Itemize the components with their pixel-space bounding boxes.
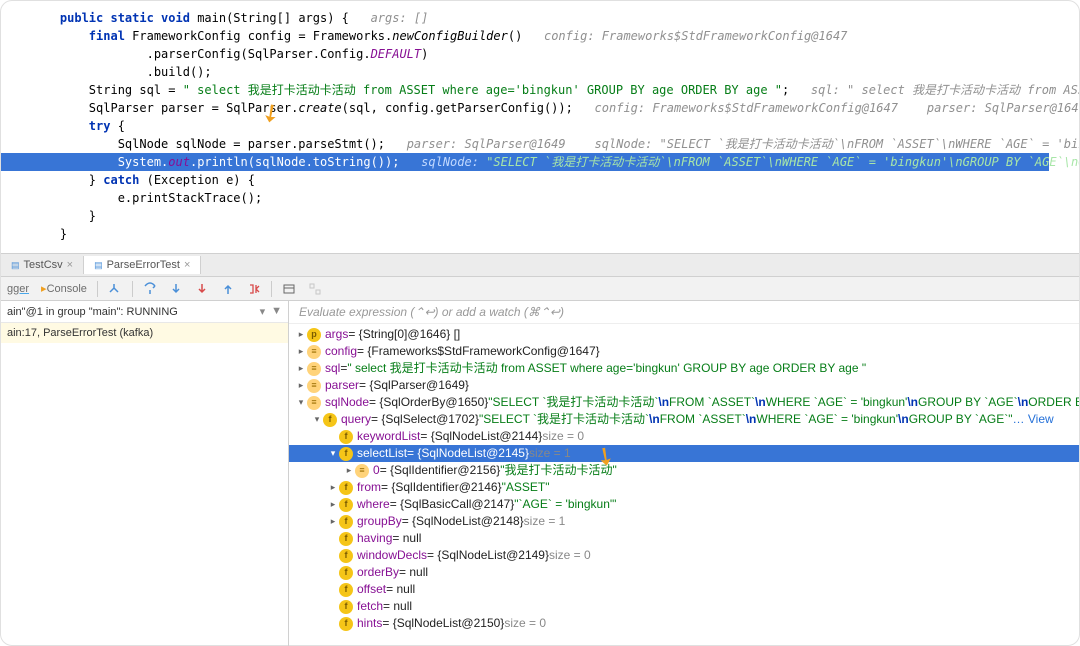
field-badge-icon: f bbox=[339, 532, 353, 546]
field-badge-icon: f bbox=[339, 549, 353, 563]
variable-node[interactable]: ▾fselectList = {SqlNodeList@2145} size =… bbox=[289, 445, 1079, 462]
field-badge-icon: p bbox=[307, 328, 321, 342]
separator bbox=[97, 281, 98, 297]
close-icon[interactable]: × bbox=[184, 259, 190, 271]
variable-node[interactable]: ▸fwhere = {SqlBasicCall@2147} "`AGE` = '… bbox=[289, 496, 1079, 513]
code-line[interactable]: try { bbox=[31, 117, 1079, 135]
run-to-cursor-icon[interactable] bbox=[245, 282, 263, 296]
evaluate-input[interactable]: Evaluate expression (⌃↩) or add a watch … bbox=[289, 301, 1079, 324]
field-badge-icon: f bbox=[339, 447, 353, 461]
variable-node[interactable]: fhaving = null bbox=[289, 530, 1079, 547]
field-badge-icon: f bbox=[339, 566, 353, 580]
variable-node[interactable]: ▸≡config = {Frameworks$StdFrameworkConfi… bbox=[289, 343, 1079, 360]
field-badge-icon: f bbox=[339, 515, 353, 529]
expand-icon[interactable]: ▸ bbox=[343, 462, 355, 479]
field-badge-icon: f bbox=[339, 498, 353, 512]
variable-node[interactable]: ▾≡sqlNode = {SqlOrderBy@1650} "SELECT `我… bbox=[289, 394, 1079, 411]
code-line[interactable]: String sql = " select 我是打卡活动卡活动 from ASS… bbox=[31, 81, 1079, 99]
code-line[interactable]: final FrameworkConfig config = Framework… bbox=[31, 27, 1079, 45]
field-badge-icon: ≡ bbox=[307, 396, 321, 410]
trace-icon[interactable] bbox=[306, 282, 324, 296]
field-badge-icon: f bbox=[339, 600, 353, 614]
code-line[interactable]: .build(); bbox=[31, 63, 1079, 81]
code-line[interactable]: } catch (Exception e) { bbox=[31, 171, 1079, 189]
variable-node[interactable]: ▾fquery = {SqlSelect@1702} "SELECT `我是打卡… bbox=[289, 411, 1079, 428]
code-line[interactable]: public static void main(String[] args) {… bbox=[31, 9, 1079, 27]
variable-node[interactable]: foffset = null bbox=[289, 581, 1079, 598]
debugger-tab[interactable]: gger bbox=[5, 283, 31, 295]
variable-node[interactable]: fhints = {SqlNodeList@2150} size = 0 bbox=[289, 615, 1079, 632]
field-badge-icon: ≡ bbox=[307, 379, 321, 393]
expand-icon[interactable]: ▾ bbox=[311, 411, 323, 428]
code-editor[interactable]: public static void main(String[] args) {… bbox=[1, 1, 1079, 253]
expand-icon[interactable]: ▸ bbox=[295, 360, 307, 377]
variables-panel[interactable]: Evaluate expression (⌃↩) or add a watch … bbox=[289, 301, 1079, 646]
code-line[interactable]: } bbox=[31, 225, 1079, 243]
field-badge-icon: f bbox=[339, 481, 353, 495]
variable-node[interactable]: ▸pargs = {String[0]@1646} [] bbox=[289, 326, 1079, 343]
variable-node[interactable]: ▸fgroupBy = {SqlNodeList@2148} size = 1 bbox=[289, 513, 1079, 530]
debug-tabs-bar: ▤TestCsv ×▤ParseErrorTest × bbox=[1, 253, 1079, 277]
code-line[interactable]: .parserConfig(SqlParser.Config.DEFAULT) bbox=[31, 45, 1079, 63]
expand-icon[interactable]: ▸ bbox=[295, 377, 307, 394]
separator bbox=[132, 281, 133, 297]
code-line[interactable]: SqlParser parser = SqlParser.create(sql,… bbox=[31, 99, 1079, 117]
field-badge-icon: f bbox=[339, 617, 353, 631]
filter-icon[interactable]: ▾ bbox=[260, 305, 266, 318]
field-badge-icon: ≡ bbox=[307, 345, 321, 359]
expand-icon[interactable]: ▸ bbox=[327, 479, 339, 496]
debug-lower: ain"@1 in group "main": RUNNING ▾ ▼ ain:… bbox=[1, 301, 1079, 646]
code-line[interactable]: SqlNode sqlNode = parser.parseStmt(); pa… bbox=[31, 135, 1079, 153]
variable-node[interactable]: forderBy = null bbox=[289, 564, 1079, 581]
expand-icon[interactable]: ▸ bbox=[327, 513, 339, 530]
step-into-icon[interactable] bbox=[141, 282, 159, 296]
expand-icon[interactable]: ▸ bbox=[295, 326, 307, 343]
code-line[interactable]: System.out.println(sqlNode.toString()); … bbox=[1, 153, 1049, 171]
code-line[interactable]: e.printStackTrace(); bbox=[31, 189, 1079, 207]
expand-icon[interactable]: ▸ bbox=[327, 496, 339, 513]
code-line[interactable]: } bbox=[31, 207, 1079, 225]
field-badge-icon: f bbox=[339, 583, 353, 597]
thread-status[interactable]: ain"@1 in group "main": RUNNING ▾ ▼ bbox=[1, 301, 288, 323]
variable-node[interactable]: ▸ffrom = {SqlIdentifier@2146} "ASSET" bbox=[289, 479, 1079, 496]
field-badge-icon: ≡ bbox=[355, 464, 369, 478]
expand-icon[interactable]: ▾ bbox=[295, 394, 307, 411]
filter-funnel-icon[interactable]: ▼ bbox=[271, 305, 282, 318]
variable-node[interactable]: fwindowDecls = {SqlNodeList@2149} size =… bbox=[289, 547, 1079, 564]
expand-icon[interactable]: ▸ bbox=[295, 343, 307, 360]
close-icon[interactable]: × bbox=[67, 259, 73, 271]
debug-toolbar: gger ▸Console bbox=[1, 277, 1079, 301]
variable-node[interactable]: ffetch = null bbox=[289, 598, 1079, 615]
variable-node[interactable]: ▸≡0 = {SqlIdentifier@2156} "我是打卡活动卡活动" bbox=[289, 462, 1079, 479]
step-over-icon[interactable] bbox=[106, 282, 124, 296]
field-badge-icon: f bbox=[323, 413, 337, 427]
separator bbox=[271, 281, 272, 297]
variable-node[interactable]: ▸≡parser = {SqlParser@1649} bbox=[289, 377, 1079, 394]
variable-node[interactable]: ▸≡sql = " select 我是打卡活动卡活动 from ASSET wh… bbox=[289, 360, 1079, 377]
evaluate-icon[interactable] bbox=[280, 282, 298, 296]
field-badge-icon: f bbox=[339, 430, 353, 444]
file-tab[interactable]: ▤TestCsv × bbox=[1, 256, 84, 274]
variable-node[interactable]: fkeywordList = {SqlNodeList@2144} size =… bbox=[289, 428, 1079, 445]
expand-icon[interactable]: ▾ bbox=[327, 445, 339, 462]
step-out-icon[interactable] bbox=[219, 282, 237, 296]
console-tab[interactable]: ▸Console bbox=[39, 282, 89, 295]
frames-panel[interactable]: ain"@1 in group "main": RUNNING ▾ ▼ ain:… bbox=[1, 301, 289, 646]
step-down-icon[interactable] bbox=[167, 282, 185, 296]
stack-frame-row[interactable]: ain:17, ParseErrorTest (kafka) bbox=[1, 323, 288, 343]
field-badge-icon: ≡ bbox=[307, 362, 321, 376]
file-tab[interactable]: ▤ParseErrorTest × bbox=[84, 256, 201, 274]
force-step-icon[interactable] bbox=[193, 282, 211, 296]
